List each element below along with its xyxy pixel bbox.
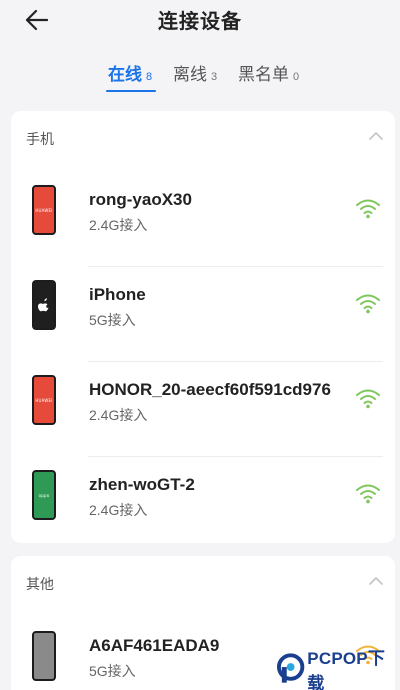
phone-brand-label: HUAWEI <box>35 397 53 403</box>
wifi-signal-icon <box>356 389 380 409</box>
device-connection: 5G接入 <box>89 663 136 679</box>
collapse-phones-button[interactable] <box>367 127 385 145</box>
tab-online-label: 在线 <box>108 65 142 84</box>
section-title-phones: 手机 <box>26 131 54 147</box>
active-tab-indicator <box>106 90 156 92</box>
wifi-signal-icon <box>356 484 380 504</box>
device-name: HONOR_20-aeecf60f591cd976 <box>89 380 331 399</box>
tab-blacklist-count: 0 <box>293 71 300 83</box>
device-name: rong-yaoX30 <box>89 190 192 209</box>
apple-icon <box>38 298 49 312</box>
device-connection: 2.4G接入 <box>89 407 148 423</box>
huawei-phone-icon: HUAWEI <box>32 185 56 235</box>
app-screen: 连接设备 在线 8 离线 3 黑名单 0 手机 HUAWEI rong-yaoX… <box>0 0 400 690</box>
tab-offline[interactable]: 离线 3 <box>173 60 217 85</box>
device-name: A6AF461EADA9 <box>89 636 220 655</box>
collapse-other-button[interactable] <box>367 572 385 590</box>
tab-blacklist-label: 黑名单 <box>238 65 289 84</box>
chevron-up-icon <box>369 132 383 140</box>
huawei-phone-icon: HUAWEI <box>32 375 56 425</box>
device-item-rong-yaoX30[interactable]: HUAWEI rong-yaoX30 2.4G接入 <box>11 172 395 267</box>
wifi-signal-icon <box>356 294 380 314</box>
tab-online-count: 8 <box>146 71 153 83</box>
device-connection: 2.4G接入 <box>89 502 148 518</box>
tab-offline-count: 3 <box>211 71 218 83</box>
tab-offline-label: 离线 <box>173 65 207 84</box>
device-item-iphone[interactable]: iPhone 5G接入 <box>11 267 395 362</box>
chevron-up-icon <box>369 577 383 585</box>
phone-brand-label: HUAWEI <box>35 207 53 213</box>
device-connection: 5G接入 <box>89 312 136 328</box>
phones-section: 手机 HUAWEI rong-yaoX30 2.4G接入 iPhone 5G接入… <box>11 111 395 543</box>
pcpop-watermark: PCPOP下载 <box>276 649 400 690</box>
pcpop-logo-icon <box>276 653 305 683</box>
tab-online[interactable]: 在线 8 <box>108 60 152 85</box>
iphone-icon <box>32 280 56 330</box>
device-name: zhen-woGT-2 <box>89 475 195 494</box>
oppo-phone-icon: oppo <box>32 470 56 520</box>
header-bar: 连接设备 <box>0 0 400 40</box>
page-title: 连接设备 <box>158 11 242 33</box>
wifi-signal-icon <box>356 199 380 219</box>
device-item-honor-20[interactable]: HUAWEI HONOR_20-aeecf60f591cd976 2.4G接入 <box>11 362 395 457</box>
tab-blacklist[interactable]: 黑名单 0 <box>238 60 299 85</box>
device-name: iPhone <box>89 285 146 304</box>
tab-bar: 在线 8 离线 3 黑名单 0 <box>0 60 400 96</box>
generic-phone-icon <box>32 631 56 681</box>
watermark-text: PCPOP下载 <box>307 649 386 690</box>
phone-brand-label: oppo <box>38 492 50 498</box>
device-item-zhen-woGT-2[interactable]: oppo zhen-woGT-2 2.4G接入 <box>11 457 395 552</box>
section-title-other: 其他 <box>26 576 54 592</box>
device-connection: 2.4G接入 <box>89 217 148 233</box>
